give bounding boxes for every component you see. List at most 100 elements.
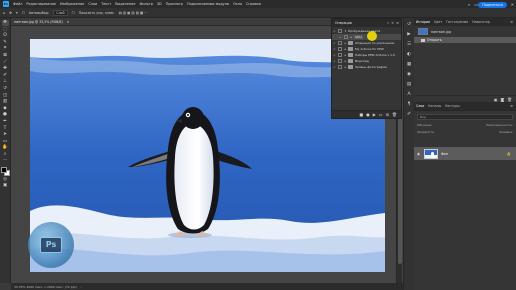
action-checkmark[interactable]: ✓ bbox=[332, 41, 337, 45]
healing-brush-tool-icon[interactable]: ✚ bbox=[2, 66, 9, 72]
clone-stamp-tool-icon[interactable]: ⊥ bbox=[2, 79, 9, 85]
menu-select[interactable]: Выделение bbox=[115, 2, 135, 6]
foreground-color-swatch[interactable] bbox=[0, 167, 7, 174]
adjustments-panel-icon[interactable]: ◐ bbox=[406, 51, 413, 58]
close-tab-icon[interactable]: ✕ bbox=[67, 20, 70, 24]
tab-paths[interactable]: Контуры bbox=[445, 104, 460, 108]
panel-menu-icon[interactable]: ≡ bbox=[510, 20, 513, 24]
autoselect-checkbox[interactable]: ☐ bbox=[22, 11, 25, 15]
new-action-icon[interactable]: ⊞ bbox=[386, 112, 389, 117]
home-icon[interactable]: ⌂ bbox=[3, 11, 5, 15]
swatches-panel-icon[interactable]: ▤ bbox=[406, 81, 413, 88]
share-button[interactable]: Поделиться bbox=[478, 2, 507, 8]
menu-layer[interactable]: Слои bbox=[88, 2, 97, 6]
menu-filter[interactable]: Фильтр bbox=[139, 2, 152, 6]
action-checkmark[interactable]: ✓ bbox=[332, 29, 337, 33]
shape-tool-icon[interactable]: ▭ bbox=[2, 139, 9, 145]
lock-icon[interactable]: 🔒 bbox=[507, 152, 511, 156]
new-document-from-state-icon[interactable]: ▣ bbox=[494, 97, 498, 102]
close-panel-icon[interactable]: ✕ bbox=[391, 21, 394, 25]
record-icon[interactable]: ● bbox=[366, 112, 370, 117]
trash-icon[interactable]: 🗑 bbox=[392, 112, 397, 117]
action-checkmark[interactable]: ✓ bbox=[332, 53, 337, 57]
history-snapshot[interactable]: пингвин.jpg bbox=[414, 26, 516, 37]
chevron-down-icon[interactable]: ▾ bbox=[16, 11, 18, 15]
path-select-tool-icon[interactable]: ➤ bbox=[2, 132, 9, 138]
menu-image[interactable]: Изображение bbox=[60, 2, 84, 6]
actions-panel-icon[interactable]: ▶ bbox=[406, 31, 413, 38]
panel-menu-icon[interactable]: ≡ bbox=[510, 104, 513, 108]
menu-window[interactable]: Окно bbox=[233, 2, 242, 6]
menu-type[interactable]: Текст bbox=[101, 2, 111, 6]
menu-edit[interactable]: Редактирование bbox=[26, 2, 56, 6]
show-controls-checkbox[interactable]: ☐ bbox=[72, 11, 75, 15]
crop-tool-icon[interactable]: ⌗ bbox=[2, 46, 9, 52]
libraries-panel-icon[interactable]: ▦ bbox=[406, 61, 413, 68]
more-tools-icon[interactable]: ··· bbox=[2, 158, 9, 164]
lasso-tool-icon[interactable]: ʘ bbox=[2, 33, 9, 39]
autoselect-dropdown[interactable]: Слой bbox=[53, 9, 68, 16]
dialog-toggle-box[interactable] bbox=[338, 47, 342, 51]
close-icon[interactable]: ✕ bbox=[511, 2, 514, 7]
search-icon[interactable]: ⌕ bbox=[468, 2, 470, 7]
eraser-tool-icon[interactable]: ◫ bbox=[2, 93, 9, 99]
dialog-toggle-box[interactable] bbox=[344, 35, 348, 39]
move-tool-icon[interactable]: ✥ bbox=[1, 20, 9, 26]
folder-icon[interactable]: ▭ bbox=[379, 112, 383, 117]
menu-plugins[interactable]: Подключаемые модули bbox=[187, 2, 229, 6]
tab-channels[interactable]: Каналы bbox=[428, 104, 441, 108]
move-tool-icon[interactable]: ✥ bbox=[9, 11, 12, 15]
layer-row[interactable]: ◉ Фон 🔒 bbox=[414, 147, 516, 160]
tab-navigator[interactable]: Навигатор bbox=[472, 20, 490, 24]
dialog-toggle-box[interactable] bbox=[338, 53, 342, 57]
tab-history[interactable]: История bbox=[416, 20, 430, 24]
play-icon[interactable]: ▶ bbox=[373, 112, 376, 117]
document-tab[interactable]: пингвин.jpg @ 33,3% (RGB/8) ✕ bbox=[11, 18, 331, 26]
dialog-toggle-box[interactable] bbox=[338, 59, 342, 63]
pen-tool-icon[interactable]: ✒ bbox=[2, 119, 9, 125]
history-brush-tool-icon[interactable]: ↺ bbox=[2, 86, 9, 92]
quick-mask-icon[interactable]: ◎ bbox=[2, 177, 9, 183]
eyedropper-tool-icon[interactable]: ⟋ bbox=[2, 60, 9, 66]
trash-icon[interactable]: 🗑 bbox=[507, 97, 512, 102]
paragraph-panel-icon[interactable]: ¶ bbox=[406, 101, 413, 108]
collapse-icon[interactable]: « bbox=[387, 21, 389, 25]
action-checkmark[interactable]: ✓ bbox=[332, 65, 337, 69]
status-arrow-icon[interactable]: › bbox=[81, 285, 82, 289]
menu-help[interactable]: Справка bbox=[246, 2, 261, 6]
camera-icon[interactable]: ◙ bbox=[500, 97, 504, 102]
layers-filter-input[interactable]: Вид bbox=[417, 114, 513, 120]
menu-view[interactable]: Просмотр bbox=[166, 2, 183, 6]
visibility-eye-icon[interactable]: ◉ bbox=[417, 152, 421, 156]
marquee-tool-icon[interactable]: ⬚ bbox=[2, 27, 9, 33]
frame-tool-icon[interactable]: ⊠ bbox=[2, 53, 9, 59]
action-checkmark[interactable]: ✓ bbox=[332, 59, 337, 63]
menu-file[interactable]: Файл bbox=[13, 2, 22, 6]
action-checkmark[interactable]: ✓ bbox=[338, 35, 343, 39]
tab-histogram[interactable]: Гистограмма bbox=[446, 20, 468, 24]
properties-panel-icon[interactable]: ☰ bbox=[406, 41, 413, 48]
brush-tool-icon[interactable]: ✐ bbox=[2, 73, 9, 79]
blur-tool-icon[interactable]: ◆ bbox=[2, 106, 9, 112]
stop-icon[interactable]: ■ bbox=[359, 112, 363, 117]
zoom-tool-icon[interactable]: ⌕ bbox=[2, 152, 9, 158]
action-set-row[interactable]: ✓ ▸ Зелень фотографии bbox=[332, 64, 401, 70]
menu-3d[interactable]: 3D bbox=[157, 2, 162, 6]
screen-mode-icon[interactable]: ▣ bbox=[2, 183, 9, 189]
gradient-tool-icon[interactable]: ▥ bbox=[2, 99, 9, 105]
quick-select-tool-icon[interactable]: ✎ bbox=[2, 40, 9, 46]
history-panel-icon[interactable]: ↺ bbox=[406, 21, 413, 28]
color-panel-icon[interactable]: ◉ bbox=[406, 71, 413, 78]
hand-tool-icon[interactable]: ✋ bbox=[2, 145, 9, 151]
dialog-toggle-box[interactable] bbox=[338, 29, 342, 33]
type-tool-icon[interactable]: T bbox=[2, 126, 9, 132]
panel-menu-icon[interactable]: ≡ bbox=[396, 21, 399, 25]
dodge-tool-icon[interactable]: ● bbox=[2, 112, 9, 118]
tab-color[interactable]: Цвет bbox=[434, 20, 442, 24]
tab-layers[interactable]: Слои bbox=[416, 104, 424, 108]
dialog-toggle-box[interactable] bbox=[338, 65, 342, 69]
actions-panel-header[interactable]: Операции « ✕ ≡ bbox=[332, 19, 401, 27]
align-icons[interactable]: ▤ ▥ ▦ ▧ ▨ ▩ ··· bbox=[119, 11, 148, 15]
character-panel-icon[interactable]: A bbox=[406, 91, 413, 98]
action-checkmark[interactable]: ✓ bbox=[332, 47, 337, 51]
